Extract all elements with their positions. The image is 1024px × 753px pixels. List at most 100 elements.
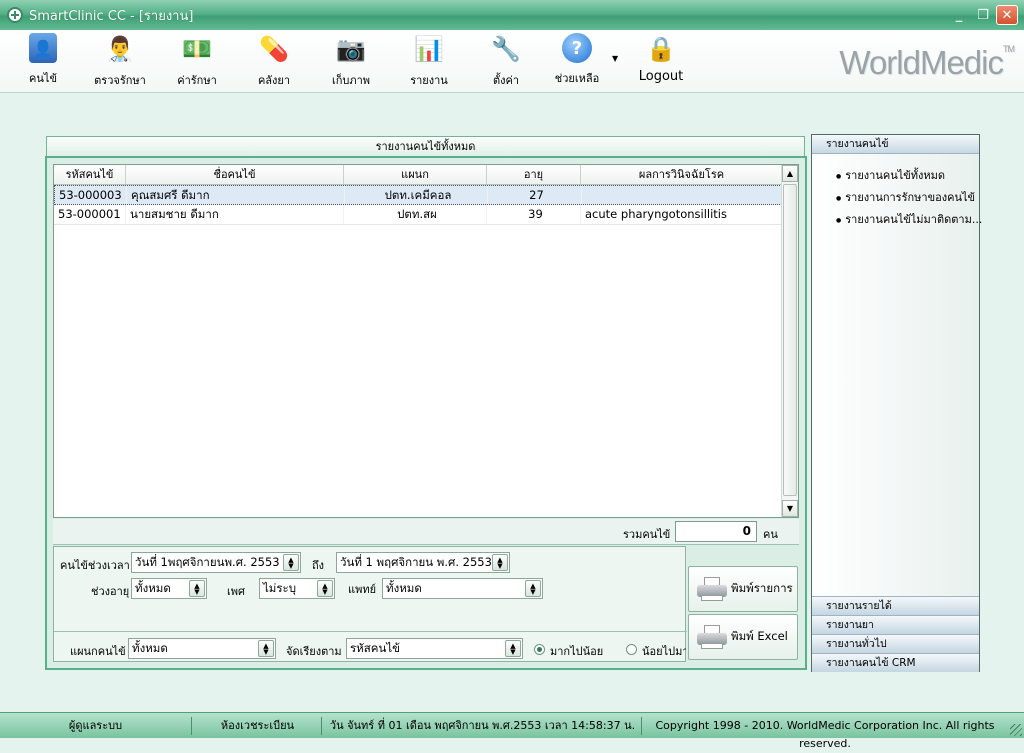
scroll-up-icon[interactable]: ▲ xyxy=(782,165,798,182)
sort-label: จัดเรียงตาม xyxy=(286,645,342,658)
doctor-icon: 👨‍⚕️ xyxy=(105,35,135,63)
col-patient-id[interactable]: รหัสคนไข้ xyxy=(54,165,126,184)
toolbar-treatment-label: ตรวจรักษา xyxy=(94,74,146,87)
camera-icon: 📷 xyxy=(336,35,366,63)
col-diagnosis[interactable]: ผลการวินิจฉัยโรค xyxy=(581,165,783,184)
toolbar-patient-button[interactable]: 👤 คนไข้ xyxy=(13,33,73,87)
worldmedic-logo: WorldMedicTM xyxy=(839,44,1015,82)
spin-icon[interactable]: ▲ ▼ xyxy=(283,554,299,571)
logo-tm: TM xyxy=(1003,44,1015,54)
dept-value: ทั้งหมด xyxy=(132,641,168,655)
sex-select[interactable]: ไม่ระบุ ▲ ▼ xyxy=(259,578,335,599)
report-title: รายงานคนไข้ทั้งหมด xyxy=(46,136,805,157)
patient-grid[interactable]: รหัสคนไข้ ชื่อคนไข้ แผนก อายุ ผลการวินิจ… xyxy=(53,164,799,518)
lock-icon: 🔒 xyxy=(646,35,676,63)
table-row[interactable]: 53-000001 นายสมชาย ดีมาก ปตท.สผ 39 acute… xyxy=(54,205,798,225)
toolbar-settings-button[interactable]: 🔧 ตั้งค่า xyxy=(476,33,536,89)
window-title: SmartClinic CC - [รายงาน] xyxy=(29,8,194,24)
toolbar-help-button[interactable]: ? ช่วยเหลือ xyxy=(547,33,607,87)
toolbar-photo-button[interactable]: 📷 เก็บภาพ xyxy=(321,33,381,89)
toolbar-patient-label: คนไข้ xyxy=(29,72,57,85)
money-icon: 💵 xyxy=(182,35,212,63)
report-sidebar: รายงานคนไข้ รายงานคนไข้ทั้งหมด รายงานการ… xyxy=(811,134,982,672)
desc-label: มากไปน้อย xyxy=(550,645,604,658)
col-age[interactable]: อายุ xyxy=(487,165,581,184)
help-dropdown-icon[interactable]: ▼ xyxy=(612,54,618,63)
sidebar-item-drug[interactable]: รายงานยา xyxy=(812,615,979,634)
to-date-picker[interactable]: วันที่ 1 พฤศจิกายน พ.ศ. 2553 ▲ ▼ xyxy=(336,552,510,573)
spin-icon[interactable]: ▲ ▼ xyxy=(189,580,205,597)
app-cross-icon xyxy=(7,7,23,23)
toolbar-treatment-button[interactable]: 👨‍⚕️ ตรวจรักษา xyxy=(90,33,150,89)
sort-select[interactable]: รหัสคนไข้ ▲ ▼ xyxy=(346,638,523,659)
cell-id: 53-000003 xyxy=(55,186,127,204)
dept-label: แผนกคนไข้ xyxy=(70,645,126,658)
toolbar-pharmacy-button[interactable]: 💊 คลังยา xyxy=(244,33,304,89)
total-count: 0 xyxy=(675,521,757,542)
total-label: รวมคนไข้ xyxy=(623,528,671,541)
print-list-button[interactable]: พิมพ์รายการ xyxy=(688,566,798,612)
spin-icon[interactable]: ▲ ▼ xyxy=(525,580,541,597)
grid-header: รหัสคนไข้ ชื่อคนไข้ แผนก อายุ ผลการวินิจ… xyxy=(54,165,798,185)
toolbar-logout-button[interactable]: 🔒 Logout xyxy=(631,33,691,84)
from-date-picker[interactable]: วันที่ 1พฤศจิกายนพ.ศ. 2553 ▲ ▼ xyxy=(131,552,301,573)
scroll-down-icon[interactable]: ▼ xyxy=(782,500,798,517)
sidebar-header[interactable]: รายงานคนไข้ xyxy=(812,135,979,154)
toolbar-fee-button[interactable]: 💵 ค่ารักษา xyxy=(167,33,227,89)
help-icon: ? xyxy=(562,33,592,63)
sidebar-item-income[interactable]: รายงานรายได้ xyxy=(812,596,979,615)
filter-area: คนไข้ช่วงเวลา วันที่ 1พฤศจิกายนพ.ศ. 2553… xyxy=(53,546,687,662)
print-list-label: พิมพ์รายการ xyxy=(731,581,793,595)
print-excel-button[interactable]: พิมพ์ Excel xyxy=(688,614,798,660)
status-bar: ผู้ดูแลระบบ ห้องเวชระเบียน วัน จันทร์ ที… xyxy=(0,712,1024,750)
spin-icon[interactable]: ▲ ▼ xyxy=(258,640,274,657)
status-copyright: Copyright 1998 - 2010. WorldMedic Corpor… xyxy=(655,719,995,750)
sidebar-item-general[interactable]: รายงานทั่วไป xyxy=(812,634,979,653)
sex-label: เพศ xyxy=(227,585,245,598)
minimize-icon[interactable]: _ xyxy=(948,5,970,25)
sidebar-item-patient-treatment[interactable]: รายงานการรักษาของคนไข้ xyxy=(836,188,975,206)
restore-icon[interactable]: ❐ xyxy=(972,5,994,25)
to-date-value: วันที่ 1 พฤศจิกายน พ.ศ. 2553 xyxy=(340,555,492,569)
asc-radio[interactable] xyxy=(626,644,637,655)
total-unit: คน xyxy=(763,528,778,541)
sidebar-item-missed-followup[interactable]: รายงานคนไข้ไม่มาติดตาม... xyxy=(836,210,982,228)
sidebar-item-crm[interactable]: รายงานคนไข้ CRM xyxy=(812,653,979,672)
toolbar-settings-label: ตั้งค่า xyxy=(492,74,520,87)
doctor-label: แพทย์ xyxy=(348,583,377,596)
to-label: ถึง xyxy=(312,559,325,572)
period-label: คนไข้ช่วงเวลา xyxy=(60,559,130,572)
cell-name: คุณสมศรี ดีมาก xyxy=(127,186,345,204)
age-label: ช่วงอายุ xyxy=(91,585,130,598)
main-toolbar: 👤 คนไข้ 👨‍⚕️ ตรวจรักษา 💵 ค่ารักษา 💊 คลัง… xyxy=(0,30,1024,93)
printer-icon xyxy=(697,577,727,601)
sidebar-item-all-patients[interactable]: รายงานคนไข้ทั้งหมด xyxy=(836,166,945,184)
doctor-select[interactable]: ทั้งหมด ▲ ▼ xyxy=(382,578,543,599)
spin-icon[interactable]: ▲ ▼ xyxy=(317,580,333,597)
title-bar: SmartClinic CC - [รายงาน] _ ❐ ✕ xyxy=(0,0,1024,30)
cell-age: 27 xyxy=(488,186,582,204)
from-date-value: วันที่ 1พฤศจิกายนพ.ศ. 2553 xyxy=(135,555,280,569)
spin-icon[interactable]: ▲ ▼ xyxy=(492,554,508,571)
col-department[interactable]: แผนก xyxy=(344,165,487,184)
spin-icon[interactable]: ▲ ▼ xyxy=(505,640,521,657)
col-patient-name[interactable]: ชื่อคนไข้ xyxy=(126,165,344,184)
status-user: ผู้ดูแลระบบ xyxy=(0,717,192,735)
table-row[interactable]: 53-000003 คุณสมศรี ดีมาก ปตท.เคมีคอล 27 xyxy=(54,185,798,205)
grid-scrollbar[interactable]: ▲ ▼ xyxy=(781,165,798,517)
age-value: ทั้งหมด xyxy=(135,581,171,595)
desc-radio[interactable] xyxy=(534,644,545,655)
cell-name: นายสมชาย ดีมาก xyxy=(126,205,344,224)
report-panel: รหัสคนไข้ ชื่อคนไข้ แผนก อายุ ผลการวินิจ… xyxy=(45,156,807,670)
age-select[interactable]: ทั้งหมด ▲ ▼ xyxy=(131,578,207,599)
close-icon[interactable]: ✕ xyxy=(996,5,1018,25)
scroll-thumb[interactable] xyxy=(783,184,797,496)
patient-book-icon: 👤 xyxy=(29,33,57,63)
capsule-icon: 💊 xyxy=(259,35,289,63)
resize-grip-icon[interactable] xyxy=(1010,724,1022,736)
printer-icon xyxy=(697,625,727,649)
toolbar-report-button[interactable]: 📊 รายงาน xyxy=(399,33,459,89)
toolbar-pharmacy-label: คลังยา xyxy=(257,74,291,87)
dept-select[interactable]: ทั้งหมด ▲ ▼ xyxy=(128,638,276,659)
tools-icon: 🔧 xyxy=(491,35,521,63)
